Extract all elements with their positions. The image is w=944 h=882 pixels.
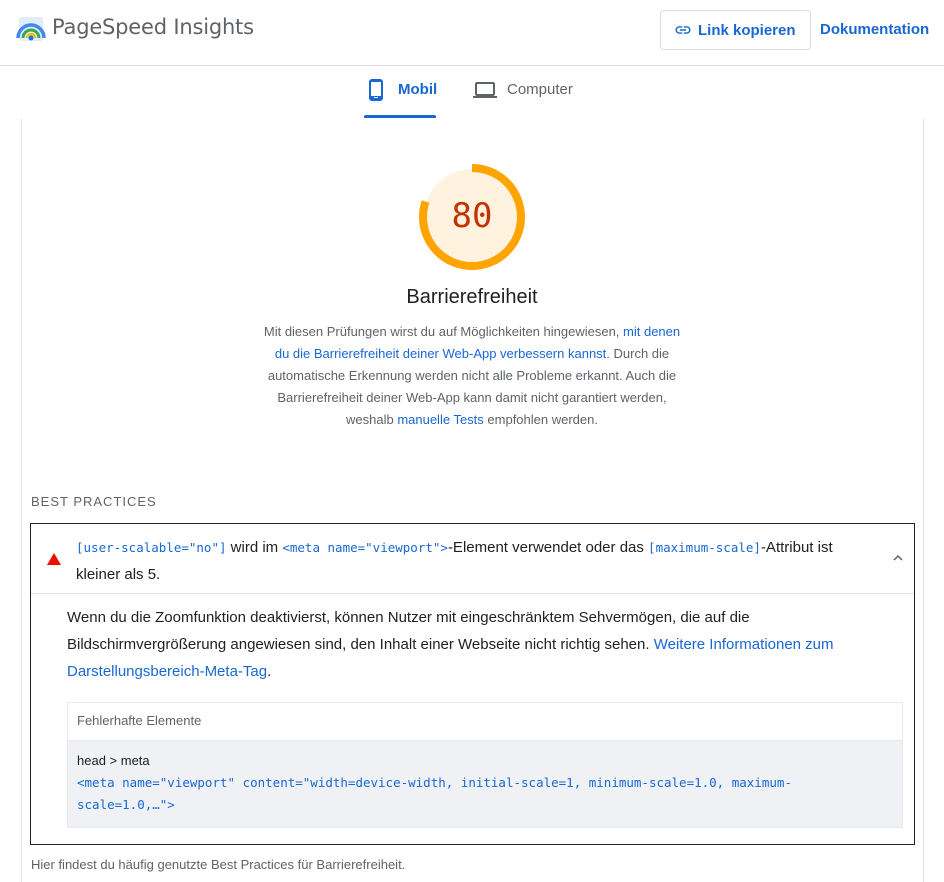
category-desc-text-3: empfohlen werden.	[483, 412, 598, 427]
audit-header[interactable]: [user-scalable="no"] wird im <meta name=…	[31, 524, 914, 594]
table-header: Fehlerhafte Elemente	[68, 703, 902, 741]
chevron-up-icon[interactable]	[891, 551, 905, 565]
audit-title-code-3: [maximum-scale]	[648, 540, 761, 555]
tab-mobile[interactable]: Mobil	[364, 78, 437, 118]
top-bar: PageSpeed Insights Link kopieren Dokumen…	[0, 0, 944, 66]
copy-link-button[interactable]: Link kopieren	[660, 10, 811, 50]
copy-link-label: Link kopieren	[698, 21, 796, 39]
audit-title-code-2: <meta name="viewport">	[282, 540, 448, 555]
pagespeed-logo-icon[interactable]	[16, 14, 46, 44]
manual-tests-link[interactable]: manuelle Tests	[397, 412, 483, 427]
audit-card: [user-scalable="no"] wird im <meta name=…	[30, 523, 915, 845]
audit-title: [user-scalable="no"] wird im <meta name=…	[76, 534, 876, 588]
group-title: BEST PRACTICES	[31, 494, 157, 509]
audit-title-text-1: wird im	[226, 539, 283, 556]
audit-desc-text: Wenn du die Zoomfunktion deaktivierst, k…	[67, 609, 750, 653]
app-title: PageSpeed Insights	[52, 15, 254, 39]
documentation-link[interactable]: Dokumentation	[820, 21, 929, 38]
category-description: Mit diesen Prüfungen wirst du auf Möglic…	[257, 321, 687, 431]
tab-desktop-label: Computer	[507, 81, 573, 98]
smartphone-icon	[369, 79, 383, 101]
device-tabs: Mobil Computer	[0, 66, 944, 119]
audit-title-code-1: [user-scalable="no"]	[76, 540, 227, 555]
laptop-icon	[473, 82, 497, 98]
score-value: 80	[451, 196, 493, 236]
node-label: head > meta	[77, 753, 150, 768]
link-icon	[675, 26, 691, 34]
fail-triangle-icon	[47, 553, 61, 565]
group-description: Hier findest du häufig genutzte Best Pra…	[31, 857, 406, 872]
audit-title-text-2: -Element verwendet oder das	[447, 539, 649, 556]
failing-elements-table: Fehlerhafte Elemente head > meta <meta n…	[67, 702, 903, 828]
tab-mobile-label: Mobil	[398, 81, 438, 98]
tab-desktop[interactable]: Computer	[473, 78, 573, 118]
node-snippet: <meta name="viewport" content="width=dev…	[77, 775, 792, 812]
table-row: head > meta <meta name="viewport" conten…	[68, 741, 902, 827]
selected-tab-indicator	[364, 115, 436, 118]
audit-description: Wenn du die Zoomfunktion deaktivierst, k…	[67, 604, 887, 685]
audit-desc-end: .	[267, 663, 272, 680]
category-title: Barrierefreiheit	[406, 286, 538, 308]
category-desc-text-1: Mit diesen Prüfungen wirst du auf Möglic…	[263, 324, 624, 339]
